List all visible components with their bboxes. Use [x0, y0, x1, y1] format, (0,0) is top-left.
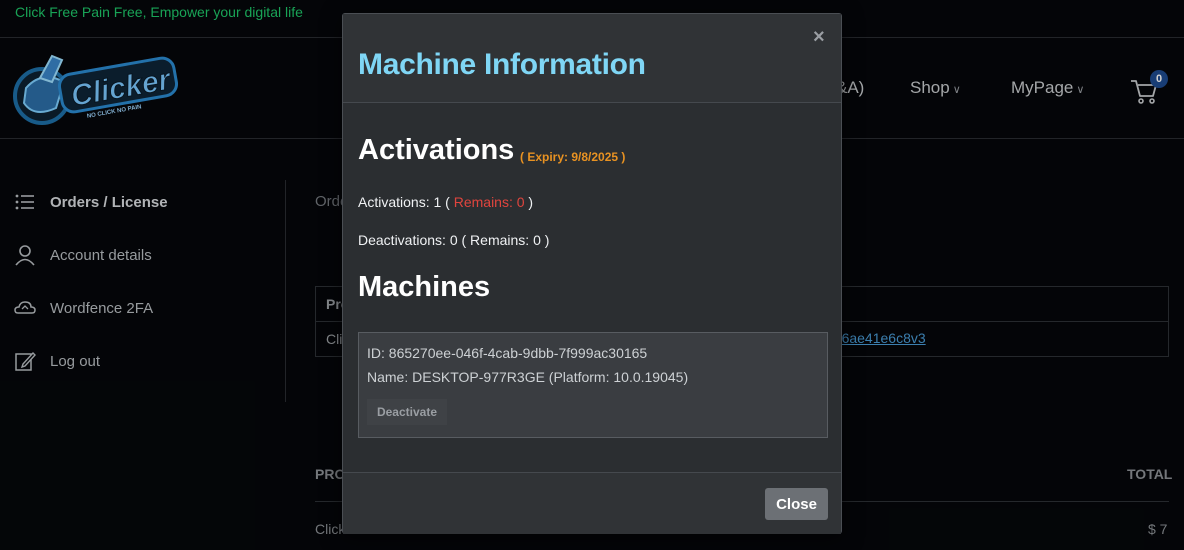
machine-info-modal: Machine Information × Activations ( Expi… [342, 13, 842, 534]
deactivate-button[interactable]: Deactivate [367, 399, 447, 425]
machine-name: Name: DESKTOP-977R3GE (Platform: 10.0.19… [367, 369, 689, 385]
activations-suffix: ) [528, 194, 534, 210]
modal-title: Machine Information [358, 48, 646, 81]
expiry-label: ( Expiry: 9/8/2025 ) [520, 150, 626, 164]
machine-card: ID: 865270ee-046f-4cab-9dbb-7f999ac30165… [358, 332, 828, 438]
deactivations-count: Deactivations: 0 ( Remains: 0 ) [358, 232, 550, 248]
modal-header: Machine Information × [343, 14, 841, 103]
close-icon[interactable]: × [813, 26, 825, 49]
close-button[interactable]: Close [765, 488, 828, 520]
modal-footer: Close [343, 472, 841, 534]
activations-prefix: Activations: 1 ( [358, 194, 450, 210]
activations-heading: Activations [358, 134, 515, 166]
machine-id: ID: 865270ee-046f-4cab-9dbb-7f999ac30165 [367, 345, 648, 361]
activations-remains: Remains: 0 [453, 194, 525, 210]
activations-count: Activations: 1 ( Remains: 0 ) [358, 194, 533, 210]
machines-heading: Machines [358, 271, 491, 303]
